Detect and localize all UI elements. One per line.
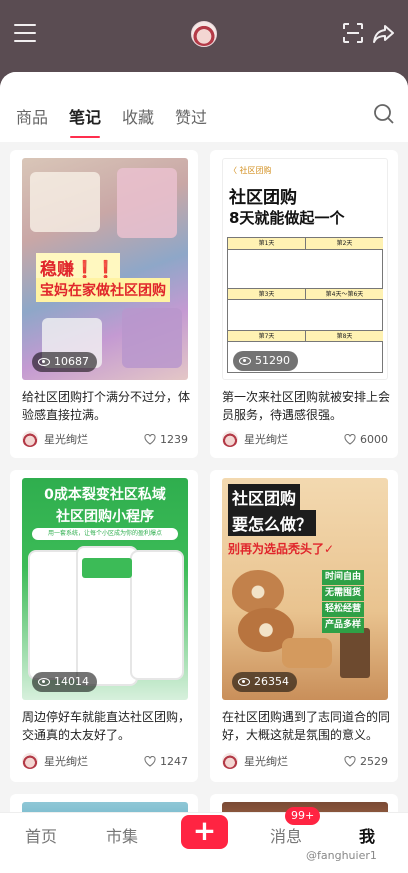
note-meta: 星光绚烂 1247 <box>22 752 188 770</box>
tab-bar: 商品 笔记 收藏 赞过 <box>0 72 408 142</box>
bottom-nav: 首页 市集 + 消息 99+ 我 @fanghuier1 <box>0 807 408 873</box>
view-count-badge: 10687 <box>32 352 97 372</box>
note-card[interactable] <box>10 794 198 812</box>
tab-liked[interactable]: 赞过 <box>175 104 207 128</box>
message-badge: 99+ <box>285 807 321 825</box>
note-description: 周边停好车就能直达社区团购，交通真的太友好了。 <box>22 710 191 742</box>
eye-icon <box>238 678 250 686</box>
cover-tagline: 用一套系统，让每个小区成为你的盈利爆点 <box>32 528 178 540</box>
nav-market[interactable]: 市集 <box>106 823 138 847</box>
author-avatar[interactable] <box>222 753 238 769</box>
like-button[interactable]: 1247 <box>144 755 188 768</box>
author-name[interactable]: 星光绚烂 <box>244 431 288 447</box>
note-card[interactable]: 稳赚❗❗ 宝妈在家做社区团购 10687 给社区团购打个满分不过分，体验感直接拉… <box>10 150 198 458</box>
like-count: 2529 <box>360 754 388 768</box>
active-tab-indicator <box>70 136 100 138</box>
nav-messages[interactable]: 消息 <box>270 823 302 847</box>
nav-me[interactable]: 我 <box>359 823 375 847</box>
cover-subtitle: 社区团购小程序 <box>56 509 154 525</box>
cover-subtitle: 宝妈在家做社区团购 <box>36 278 170 302</box>
note-meta: 星光绚烂 6000 <box>222 430 388 448</box>
author-avatar[interactable] <box>222 431 238 447</box>
note-card[interactable]: 社区团购 要怎么做？ 别再为选品秃头了✓ 时间自由 无需囤货 轻松经营 产品多样… <box>210 470 398 782</box>
cover-nav: 〈 社区团购 <box>229 166 272 175</box>
eye-icon <box>38 358 50 366</box>
share-icon[interactable] <box>372 22 396 46</box>
watermark: @fanghuier1 <box>306 849 377 862</box>
like-button[interactable]: 1239 <box>144 433 188 446</box>
like-button[interactable]: 2529 <box>344 755 388 768</box>
like-button[interactable]: 6000 <box>344 433 388 446</box>
cover-subtitle: 8天就能做起一个 <box>229 209 345 227</box>
note-cover-image: 〈 社区团购 社区团购 8天就能做起一个 第1天 第2天 第3天 第4天～第6天… <box>222 158 388 380</box>
note-cover-image <box>22 802 188 812</box>
note-description: 第一次来社区团购就被安排上会员服务，待遇感很强。 <box>222 390 391 422</box>
nav-home[interactable]: 首页 <box>25 823 57 847</box>
author-avatar[interactable] <box>22 431 38 447</box>
note-cover-image: 社区团购 要怎么做？ 别再为选品秃头了✓ 时间自由 无需囤货 轻松经营 产品多样… <box>222 478 388 700</box>
view-count-badge: 51290 <box>233 351 298 371</box>
author-name[interactable]: 星光绚烂 <box>44 431 88 447</box>
tab-products[interactable]: 商品 <box>16 104 48 128</box>
note-meta: 星光绚烂 1239 <box>22 430 188 448</box>
note-cover-image: 0成本裂变社区私域 社区团购小程序 用一套系统，让每个小区成为你的盈利爆点 14… <box>22 478 188 700</box>
like-count: 6000 <box>360 432 388 446</box>
cover-title: 0成本裂变社区私域 <box>44 487 166 503</box>
author-name[interactable]: 星光绚烂 <box>44 753 88 769</box>
cover-title: 社区团购 <box>229 188 297 208</box>
note-description: 给社区团购打个满分不过分，体验感直接拉满。 <box>22 390 191 422</box>
tab-collections[interactable]: 收藏 <box>122 104 154 128</box>
cover-subtitle: 要怎么做？ <box>228 510 317 536</box>
tab-notes[interactable]: 笔记 <box>69 104 101 128</box>
heart-icon <box>344 755 356 767</box>
eye-icon <box>239 357 251 365</box>
avatar[interactable] <box>191 21 217 47</box>
note-card[interactable]: 〈 社区团购 社区团购 8天就能做起一个 第1天 第2天 第3天 第4天～第6天… <box>210 150 398 458</box>
note-description: 在社区团购遇到了志同道合的同好，大概这就是氛围的意义。 <box>222 710 391 742</box>
eye-icon <box>38 678 50 686</box>
heart-icon <box>344 433 356 445</box>
author-avatar[interactable] <box>22 753 38 769</box>
note-cover-image: 稳赚❗❗ 宝妈在家做社区团购 10687 <box>22 158 188 380</box>
cover-title: 社区团购 <box>228 484 301 510</box>
author-name[interactable]: 星光绚烂 <box>244 753 288 769</box>
create-post-button[interactable]: + <box>181 815 228 849</box>
view-count-badge: 26354 <box>232 672 297 692</box>
note-meta: 星光绚烂 2529 <box>222 752 388 770</box>
like-count: 1239 <box>160 432 188 446</box>
heart-icon <box>144 755 156 767</box>
cover-tagline: 别再为选品秃头了✓ <box>228 542 335 556</box>
heart-icon <box>144 433 156 445</box>
content-sheet: 商品 笔记 收藏 赞过 稳赚❗❗ 宝妈在家做社区团购 10687 给社区团购打个… <box>0 72 408 812</box>
note-card[interactable]: 0成本裂变社区私域 社区团购小程序 用一套系统，让每个小区成为你的盈利爆点 14… <box>10 470 198 782</box>
top-bar <box>0 0 408 72</box>
like-count: 1247 <box>160 754 188 768</box>
menu-icon[interactable] <box>14 24 36 44</box>
cover-tags: 时间自由 无需囤货 轻松经营 产品多样 <box>322 570 365 633</box>
view-count-badge: 14014 <box>32 672 97 692</box>
scan-icon[interactable] <box>342 22 364 44</box>
search-icon[interactable] <box>373 103 395 125</box>
